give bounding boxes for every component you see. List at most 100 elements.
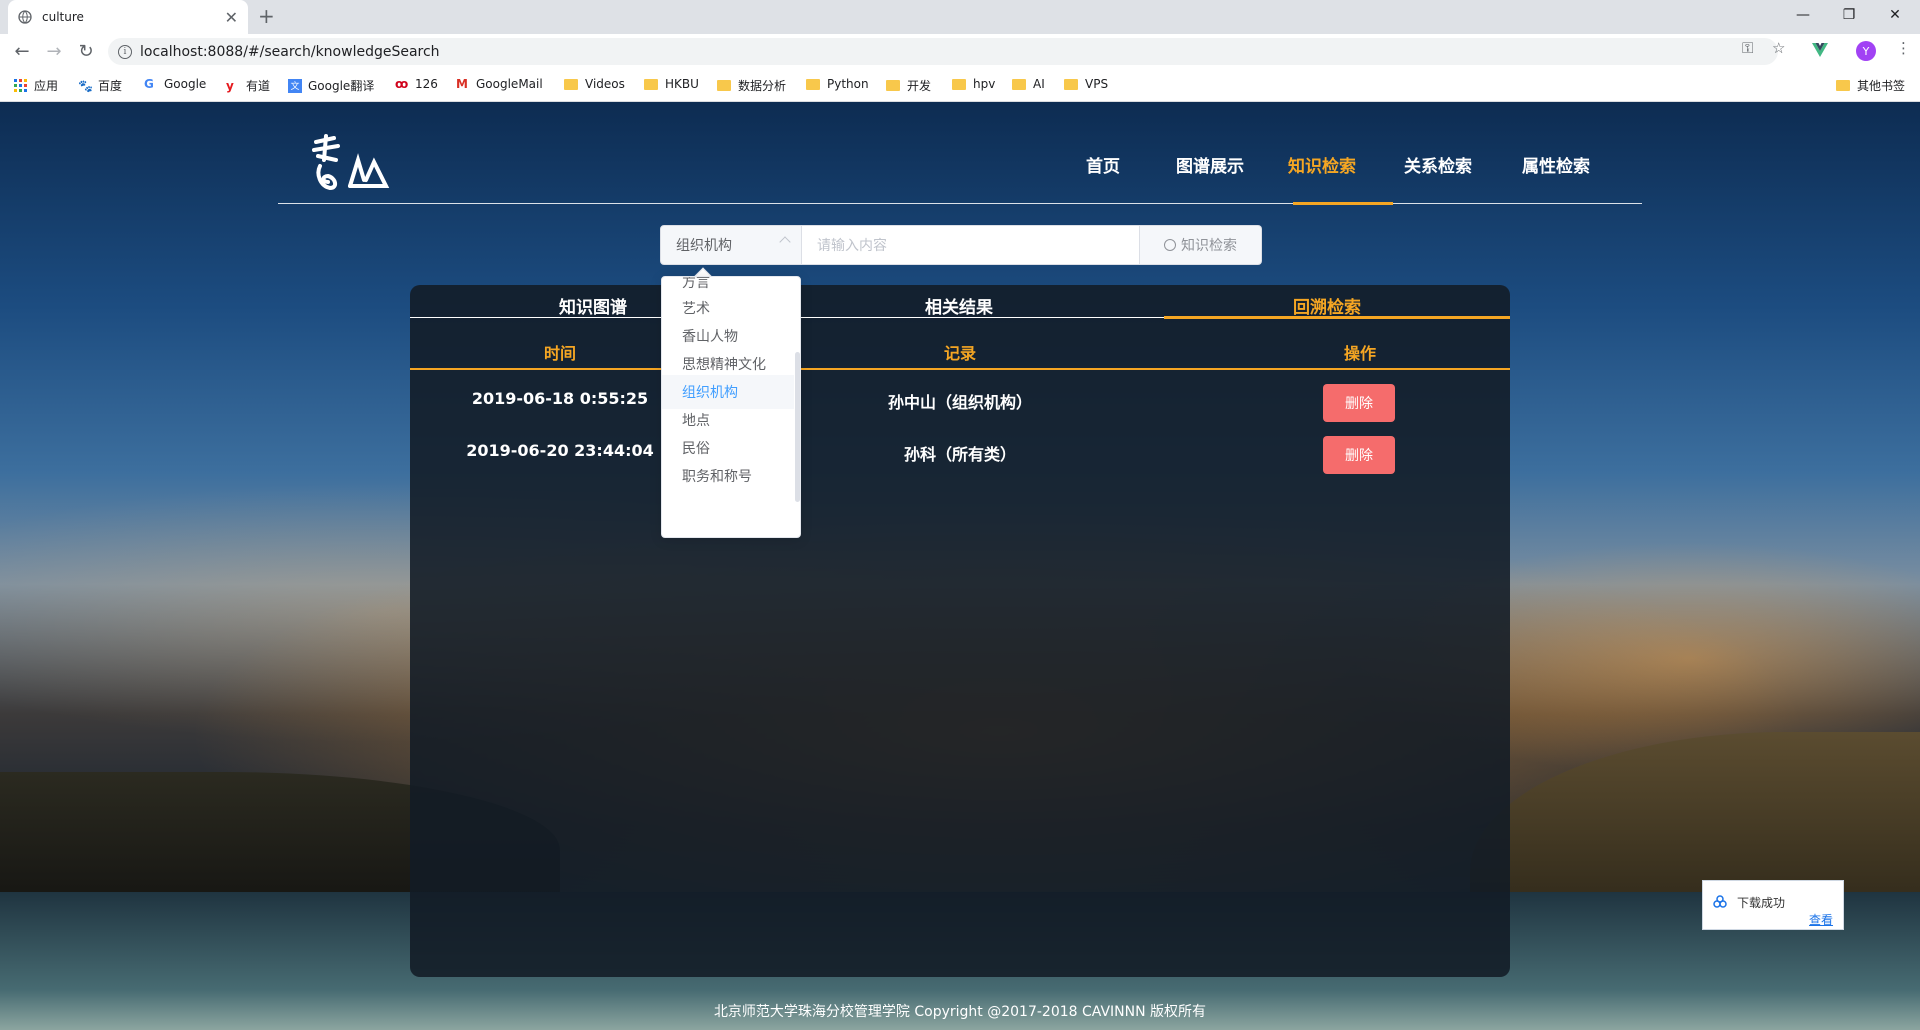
chevron-up-icon [779, 236, 791, 248]
browser-tab-strip: culture ✕ + — ❐ ✕ [0, 0, 1920, 34]
bookmarks-bar: 应用 🐾 百度 G Google y 有道 文 Google翻译 ꝏ 126 M… [0, 68, 1920, 102]
dropdown-scrollbar[interactable] [795, 352, 800, 502]
reload-icon[interactable]: ↻ [74, 39, 98, 63]
bookmark-folder[interactable]: HKBU [644, 77, 699, 91]
nav-relation-search[interactable]: 关系检索 [1404, 152, 1472, 177]
url-text[interactable]: localhost:8088/#/search/knowledgeSearch [140, 44, 440, 60]
folder-icon [886, 80, 900, 91]
menu-dots-icon[interactable]: ⋮ [1896, 39, 1911, 57]
bookmark-youdao[interactable]: y 有道 [226, 77, 270, 94]
google-icon: G [144, 77, 154, 91]
bookmark-label: hpv [973, 77, 996, 91]
bookmark-folder[interactable]: hpv [952, 77, 995, 91]
info-icon[interactable]: i [118, 44, 132, 59]
address-bar[interactable]: i localhost:8088/#/search/knowledgeSearc… [108, 38, 1778, 65]
category-select-value: 组织机构 [676, 238, 732, 254]
translate-icon: 文 [288, 78, 302, 93]
search-bar: 组织机构 请输入内容 知识检索 [660, 225, 1262, 265]
search-input-placeholder: 请输入内容 [817, 238, 887, 254]
bookmark-google-translate[interactable]: 文 Google翻译 [288, 77, 374, 94]
column-action: 操作 [1343, 344, 1376, 363]
browser-tab[interactable]: culture ✕ [8, 0, 248, 34]
delete-button[interactable]: 删除 [1323, 436, 1395, 474]
results-panel: 知识图谱 相关结果 回溯检索 时间 记录 操作 2019-06-18 0:55:… [410, 285, 1510, 977]
bookmark-folder[interactable]: 开发 [886, 77, 931, 94]
bookmark-googlemail[interactable]: M GoogleMail [456, 77, 543, 91]
bookmark-google[interactable]: G Google [144, 77, 206, 91]
bookmark-label: 126 [415, 77, 438, 91]
category-dropdown: 方言 艺术 香山人物 思想精神文化 组织机构 地点 民俗 职务和称号 [661, 276, 801, 538]
folder-icon [717, 80, 731, 91]
gmail-icon: M [456, 77, 468, 91]
bookmark-label: 有道 [246, 79, 271, 93]
site-logo[interactable] [310, 130, 390, 194]
bookmark-baidu[interactable]: 🐾 百度 [78, 77, 122, 94]
bookmark-label: GoogleMail [476, 77, 543, 91]
close-window-icon[interactable]: ✕ [1872, 0, 1918, 30]
site-header: 首页 图谱展示 知识检索 关系检索 属性检索 [278, 102, 1642, 205]
download-toast: 下载成功 查看 [1702, 880, 1844, 930]
tab-active-underline [1164, 316, 1510, 319]
download-icon [1713, 895, 1727, 908]
nav-home[interactable]: 首页 [1086, 152, 1120, 177]
forward-icon[interactable]: → [42, 39, 66, 63]
nav-active-underline [1293, 202, 1393, 205]
panel-tabs: 知识图谱 相关结果 回溯检索 [410, 285, 1510, 319]
bookmark-label: 开发 [907, 79, 932, 93]
table-row: 2019-06-20 23:44:04 孙科（所有类） 删除 [410, 426, 1510, 478]
nav-attribute-search[interactable]: 属性检索 [1522, 152, 1590, 177]
bookmark-other[interactable]: 其他书签 [1836, 77, 1905, 94]
bookmark-label: HKBU [665, 77, 699, 91]
bookmark-folder[interactable]: Python [806, 77, 869, 91]
new-tab-icon[interactable]: + [258, 4, 275, 28]
folder-icon [806, 78, 820, 90]
search-icon [1164, 239, 1176, 251]
bookmark-label: 数据分析 [738, 79, 787, 93]
table-header: 时间 记录 操作 [410, 330, 1510, 370]
bookmark-folder[interactable]: AI [1012, 77, 1045, 91]
search-input[interactable]: 请输入内容 [802, 225, 1140, 265]
back-icon[interactable]: ← [10, 39, 34, 63]
tab-title: culture [42, 10, 84, 24]
page-background: 首页 图谱展示 知识检索 关系检索 属性检索 组织机构 请输入内容 知识检索 知… [0, 102, 1920, 1030]
tab-history-search[interactable]: 回溯检索 [1144, 293, 1510, 318]
table-row: 2019-06-18 0:55:25 孙中山（组织机构） 删除 [410, 374, 1510, 426]
search-button[interactable]: 知识检索 [1140, 225, 1262, 265]
bookmark-label: VPS [1085, 77, 1109, 91]
profile-avatar[interactable]: Y [1856, 41, 1876, 61]
toast-view-link[interactable]: 查看 [1809, 911, 1833, 928]
bookmark-folder[interactable]: 数据分析 [717, 77, 786, 94]
netease-icon: ꝏ [395, 77, 409, 91]
bookmark-folder[interactable]: VPS [1064, 77, 1108, 91]
browser-toolbar: ← → ↻ i localhost:8088/#/search/knowledg… [0, 34, 1920, 68]
bookmark-label: Videos [585, 77, 625, 91]
tab-related-results[interactable]: 相关结果 [776, 293, 1142, 318]
nav-knowledge-search[interactable]: 知识检索 [1288, 152, 1356, 177]
bookmark-126[interactable]: ꝏ 126 [395, 77, 438, 91]
dropdown-option[interactable]: 职务和称号 [662, 459, 794, 493]
bookmark-label: Python [827, 77, 869, 91]
toast-message: 下载成功 [1737, 896, 1786, 910]
page-footer: 北京师范大学珠海分校管理学院 Copyright @2017-2018 CAVI… [713, 1004, 1207, 1020]
folder-icon [1836, 80, 1850, 91]
restore-icon[interactable]: ❐ [1826, 0, 1872, 30]
folder-icon [564, 78, 578, 90]
close-tab-icon[interactable]: ✕ [225, 8, 238, 27]
bookmark-label: Google [164, 77, 207, 91]
folder-icon [644, 78, 658, 90]
vue-devtools-icon[interactable] [1812, 43, 1828, 57]
star-icon[interactable]: ☆ [1772, 39, 1785, 57]
category-select[interactable]: 组织机构 [660, 225, 802, 265]
bookmark-folder[interactable]: Videos [564, 77, 625, 91]
bookmark-label: 应用 [34, 79, 59, 93]
bookmark-label: Google翻译 [308, 79, 375, 93]
key-icon[interactable]: ⚿ [1742, 39, 1753, 57]
globe-icon [18, 10, 32, 24]
delete-button[interactable]: 删除 [1323, 384, 1395, 422]
bookmark-apps[interactable]: 应用 [14, 77, 58, 94]
minimize-icon[interactable]: — [1780, 0, 1826, 30]
apps-grid-icon [14, 78, 27, 92]
nav-graph-display[interactable]: 图谱展示 [1176, 152, 1244, 177]
bookmark-label: 其他书签 [1857, 79, 1906, 93]
folder-icon [1064, 78, 1078, 90]
